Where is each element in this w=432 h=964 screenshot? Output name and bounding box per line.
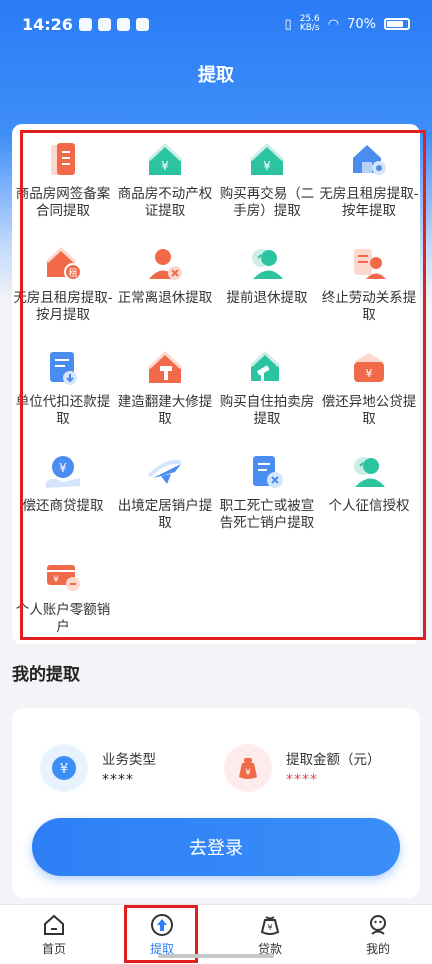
service-item[interactable]: 租无房且租房提取-按月提取	[12, 244, 114, 348]
service-item[interactable]: 商品房网签备案合同提取	[12, 140, 114, 244]
battery-icon	[384, 18, 410, 30]
app-notification-icon	[78, 17, 92, 31]
profile-icon	[370, 914, 386, 935]
svg-text:¥: ¥	[53, 575, 59, 585]
app-notification-icon	[116, 17, 130, 31]
service-item-label: 无房且租房提取-按月提取	[13, 290, 113, 323]
service-item-label: 无房且租房提取-按年提取	[319, 186, 419, 219]
house-hammer-icon	[145, 348, 185, 388]
service-item[interactable]: 提前退休提取	[216, 244, 318, 348]
service-item-label: 商品房不动产权证提取	[117, 186, 213, 219]
business-type-icon: ¥	[40, 744, 88, 792]
status-time: 14:26	[22, 14, 73, 34]
house-rent-icon: 租	[43, 244, 83, 284]
document-close-icon	[247, 452, 287, 492]
amount-block: ¥ 提取金额（元） ****	[224, 744, 381, 792]
tab-profile[interactable]: 我的	[324, 905, 432, 964]
service-item-label: 正常离退休提取	[117, 290, 213, 306]
service-item[interactable]: 购买自住拍卖房提取	[216, 348, 318, 452]
page-title: 提取	[198, 65, 234, 86]
house-gavel-icon	[247, 348, 287, 388]
tab-home-label: 首页	[41, 941, 66, 956]
house-key-icon	[349, 140, 389, 180]
service-grid: 商品房网签备案合同提取 ¥ 商品房不动产权证提取 ¥ 购买再交易（二手房）提取 无房且租房…	[12, 140, 420, 660]
app-notification-icon	[97, 17, 111, 31]
tiktok-icon	[135, 17, 149, 31]
hand-yuan-icon: ¥	[43, 452, 83, 492]
person-clock-icon	[247, 244, 287, 284]
svg-text:¥: ¥	[161, 159, 169, 173]
service-item-label: 出境定居销户提取	[117, 498, 213, 531]
service-item[interactable]: 终止劳动关系提取	[318, 244, 420, 348]
service-item[interactable]: 出境定居销户提取	[114, 452, 216, 556]
house-yuan-icon: ¥	[145, 140, 185, 180]
network-speed-unit: KB/s	[299, 23, 320, 33]
service-item-label: 购买再交易（二手房）提取	[219, 186, 315, 219]
service-item-label: 购买自住拍卖房提取	[219, 394, 315, 427]
service-item[interactable]: 个人征信授权	[318, 452, 420, 556]
tab-home[interactable]: 首页	[0, 905, 108, 964]
service-item[interactable]: 建造翻建大修提取	[114, 348, 216, 452]
login-button[interactable]: 去登录	[32, 818, 400, 876]
withdraw-icon	[151, 913, 173, 936]
service-item-label: 建造翻建大修提取	[117, 394, 213, 427]
service-item-label: 单位代扣还款提取	[15, 394, 111, 427]
amount-value: ****	[286, 772, 318, 788]
service-item[interactable]: ¥ 偿还商贷提取	[12, 452, 114, 556]
svg-text:租: 租	[68, 268, 77, 279]
service-item[interactable]: ¥ 个人账户零额销户	[12, 556, 114, 660]
service-item[interactable]: 正常离退休提取	[114, 244, 216, 348]
svg-text:¥: ¥	[366, 367, 373, 380]
person-clock-icon	[349, 452, 389, 492]
document-download-icon	[43, 348, 83, 388]
wallet-yuan-icon: ¥	[349, 348, 389, 388]
amount-label: 提取金额（元）	[286, 752, 381, 768]
network-speed: 25.6 KB/s	[300, 15, 320, 33]
person-document-icon	[349, 244, 389, 284]
svg-text:¥: ¥	[245, 768, 251, 778]
home-icon	[44, 914, 64, 935]
status-bar: 14:26 ▯ 25.6 KB/s ◠ 70%	[0, 0, 432, 48]
svg-text:¥: ¥	[267, 923, 272, 932]
service-item-label: 个人征信授权	[328, 498, 410, 514]
service-item[interactable]: 职工死亡或被宣告死亡销户提取	[216, 452, 318, 556]
tab-profile-label: 我的	[365, 941, 390, 956]
service-item[interactable]: ¥ 偿还异地公贷提取	[318, 348, 420, 452]
service-item[interactable]: ¥ 购买再交易（二手房）提取	[216, 140, 318, 244]
my-withdraw-title: 我的提取	[12, 665, 80, 685]
contract-document-icon	[43, 140, 83, 180]
service-item-label: 偿还异地公贷提取	[321, 394, 417, 427]
wifi-icon: ◠	[327, 16, 340, 32]
money-bag-icon: ¥	[224, 744, 272, 792]
service-item-label: 商品房网签备案合同提取	[15, 186, 111, 219]
service-item-label: 职工死亡或被宣告死亡销户提取	[219, 498, 315, 531]
home-indicator	[158, 954, 274, 958]
service-item-label: 偿还商贷提取	[22, 498, 104, 514]
service-item[interactable]: ¥ 商品房不动产权证提取	[114, 140, 216, 244]
vibrate-icon: ▯	[284, 16, 292, 32]
battery-percent: 70%	[347, 16, 376, 32]
service-item-label: 个人账户零额销户	[15, 602, 111, 635]
business-type-value: ****	[102, 772, 134, 788]
service-item-label: 提前退休提取	[226, 290, 308, 306]
airplane-icon	[145, 452, 185, 492]
svg-text:¥: ¥	[59, 461, 67, 475]
card-minus-icon: ¥	[43, 556, 83, 596]
service-item[interactable]: 无房且租房提取-按年提取	[318, 140, 420, 244]
my-withdraw-card: ¥ 业务类型 **** ¥ 提取金额（元） **** 去登录	[12, 708, 420, 898]
loan-bag-icon: ¥	[260, 915, 280, 935]
business-type-label: 业务类型	[102, 752, 156, 768]
svg-text:¥: ¥	[60, 762, 68, 777]
house-yuan-icon: ¥	[247, 140, 287, 180]
status-right: ▯ 25.6 KB/s ◠ 70%	[285, 15, 410, 33]
person-close-icon	[145, 244, 185, 284]
business-type-block: ¥ 业务类型 ****	[40, 744, 156, 792]
service-item[interactable]: 单位代扣还款提取	[12, 348, 114, 452]
svg-text:¥: ¥	[263, 159, 271, 173]
service-item-label: 终止劳动关系提取	[321, 290, 417, 323]
